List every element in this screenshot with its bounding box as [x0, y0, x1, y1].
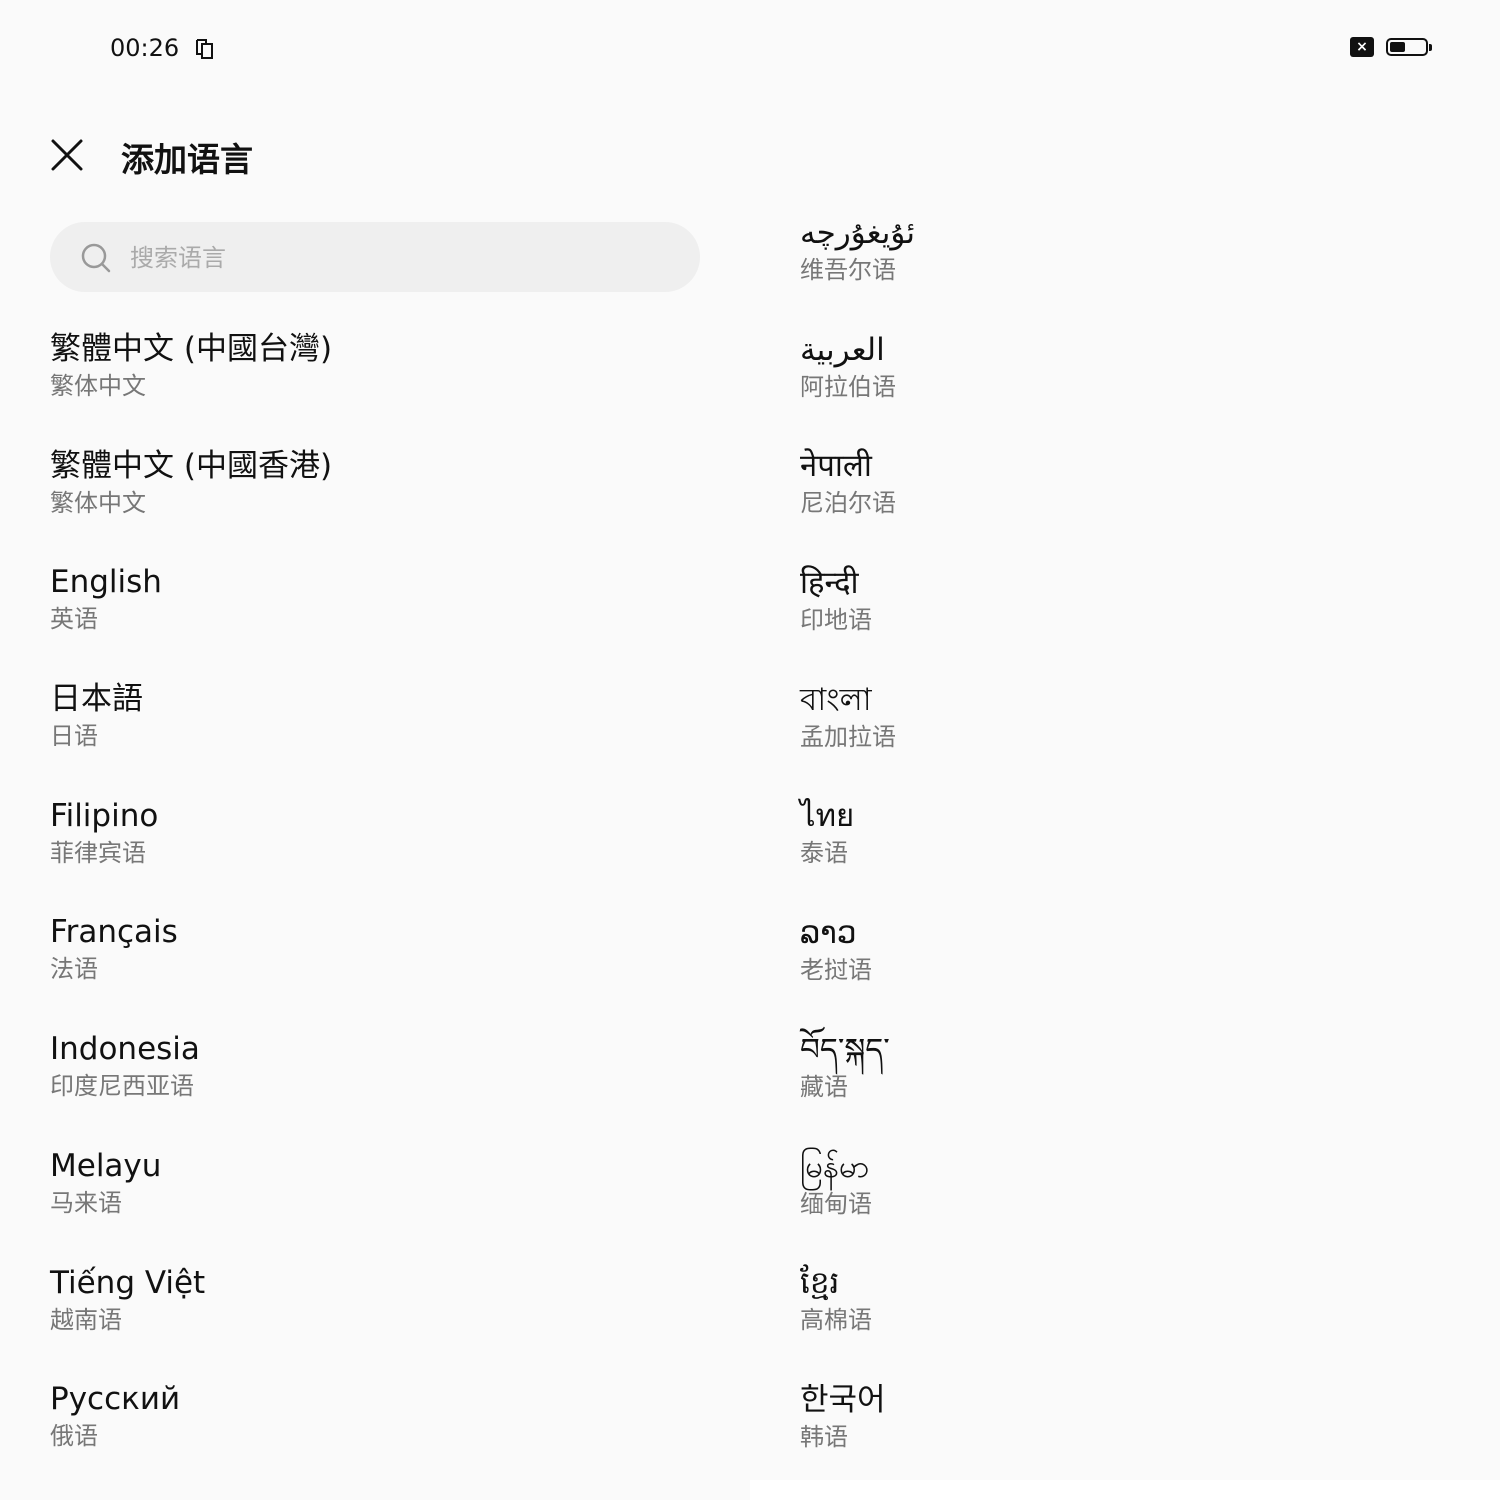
- language-name: 繁體中文 (中國香港): [50, 447, 333, 484]
- language-name: ئۇيغۇرچە: [800, 215, 915, 251]
- language-item[interactable]: العربية 阿拉伯语: [800, 329, 1440, 446]
- bottom-strip: [750, 1480, 1500, 1500]
- language-name: हिन्दी: [800, 565, 859, 602]
- language-translation: 印地语: [800, 606, 872, 635]
- language-item[interactable]: 繁體中文 (中國香港) 繁体中文: [50, 445, 690, 562]
- search-icon: [81, 243, 111, 273]
- language-translation: 英语: [50, 605, 98, 634]
- language-item[interactable]: नेपाली 尼泊尔语: [800, 445, 1440, 562]
- language-name: မြန်မာ: [800, 1148, 870, 1185]
- language-name: English: [50, 564, 162, 601]
- language-translation: 菲律宾语: [50, 838, 146, 867]
- language-name: ไทย: [800, 798, 855, 835]
- language-item[interactable]: हिन्दी 印地语: [800, 562, 1440, 679]
- language-name: ລາວ: [800, 915, 857, 952]
- language-translation: 法语: [50, 955, 98, 984]
- language-translation: 孟加拉语: [800, 722, 896, 751]
- language-name: Français: [50, 914, 178, 951]
- language-item[interactable]: ئۇيغۇرچە 维吾尔语: [800, 212, 1440, 329]
- screen-copy-icon: [196, 39, 213, 59]
- language-name: བོད་སྐད་: [800, 1031, 890, 1068]
- language-translation: 日语: [50, 722, 98, 751]
- language-translation: 老挝语: [800, 956, 872, 985]
- language-name: नेपाली: [800, 448, 872, 485]
- language-item[interactable]: Indonesia 印度尼西亚语: [50, 1028, 690, 1145]
- language-translation: 俄语: [50, 1422, 98, 1451]
- language-name: ខ្មែរ: [800, 1265, 840, 1302]
- language-item[interactable]: ລາວ 老挝语: [800, 912, 1440, 1029]
- language-item[interactable]: ไทย 泰语: [800, 795, 1440, 912]
- language-translation: 马来语: [50, 1188, 122, 1217]
- language-item[interactable]: Русский 俄语: [50, 1378, 690, 1495]
- language-item[interactable]: ខ្មែរ 高棉语: [800, 1262, 1440, 1379]
- language-translation: 泰语: [800, 839, 848, 868]
- language-list-right: ئۇيغۇرچە 维吾尔语 العربية 阿拉伯语 नेपाली 尼泊尔语 हिन्दी 印…: [800, 212, 1440, 1496]
- language-item[interactable]: 日本語 日语: [50, 678, 690, 795]
- language-name: Melayu: [50, 1147, 162, 1184]
- language-name: Русский: [50, 1381, 181, 1418]
- language-translation: 韩语: [800, 1422, 848, 1451]
- language-item[interactable]: English 英语: [50, 561, 690, 678]
- language-item[interactable]: Français 法语: [50, 911, 690, 1028]
- battery-icon: [1386, 38, 1432, 56]
- language-item[interactable]: Melayu 马来语: [50, 1145, 690, 1262]
- language-name: বাংলা: [800, 681, 872, 718]
- no-sim-icon: ×: [1350, 37, 1374, 57]
- language-name: 繁體中文 (中國台灣): [50, 331, 333, 367]
- language-item[interactable]: বাংলা 孟加拉语: [800, 679, 1440, 796]
- language-name: Filipino: [50, 797, 159, 834]
- language-translation: 繁体中文: [50, 488, 146, 517]
- status-time: 00:26: [110, 34, 180, 62]
- search-bar[interactable]: [50, 222, 700, 294]
- language-translation: 印度尼西亚语: [50, 1072, 194, 1101]
- search-input[interactable]: [128, 222, 672, 294]
- language-list-left: 繁體中文 (中國台灣) 繁体中文 繁體中文 (中國香港) 繁体中文 English 英语日…: [50, 328, 690, 1495]
- close-icon[interactable]: [50, 138, 84, 172]
- language-translation: 阿拉伯语: [800, 372, 896, 401]
- language-item[interactable]: မြန်မာ 缅甸语: [800, 1146, 1440, 1263]
- language-translation: 缅甸语: [800, 1189, 872, 1218]
- language-item[interactable]: Tiếng Việt 越南语: [50, 1262, 690, 1379]
- language-name: Tiếng Việt: [50, 1264, 206, 1301]
- language-name: Indonesia: [50, 1031, 200, 1068]
- language-translation: 繁体中文: [50, 372, 146, 400]
- language-item[interactable]: 繁體中文 (中國台灣) 繁体中文: [50, 328, 690, 445]
- language-translation: 维吾尔语: [800, 256, 896, 284]
- language-name: 한국어: [800, 1381, 886, 1418]
- language-item[interactable]: བོད་སྐད་ 藏语: [800, 1029, 1440, 1146]
- language-name: 日本語: [50, 681, 143, 718]
- language-item[interactable]: Filipino 菲律宾语: [50, 795, 690, 912]
- language-translation: 越南语: [50, 1305, 122, 1334]
- language-translation: 藏语: [800, 1072, 848, 1101]
- language-item[interactable]: 한국어 韩语: [800, 1379, 1440, 1496]
- page-title: 添加语言: [121, 140, 253, 179]
- language-name: العربية: [800, 331, 885, 368]
- language-translation: 尼泊尔语: [800, 489, 896, 518]
- language-translation: 高棉语: [800, 1306, 872, 1335]
